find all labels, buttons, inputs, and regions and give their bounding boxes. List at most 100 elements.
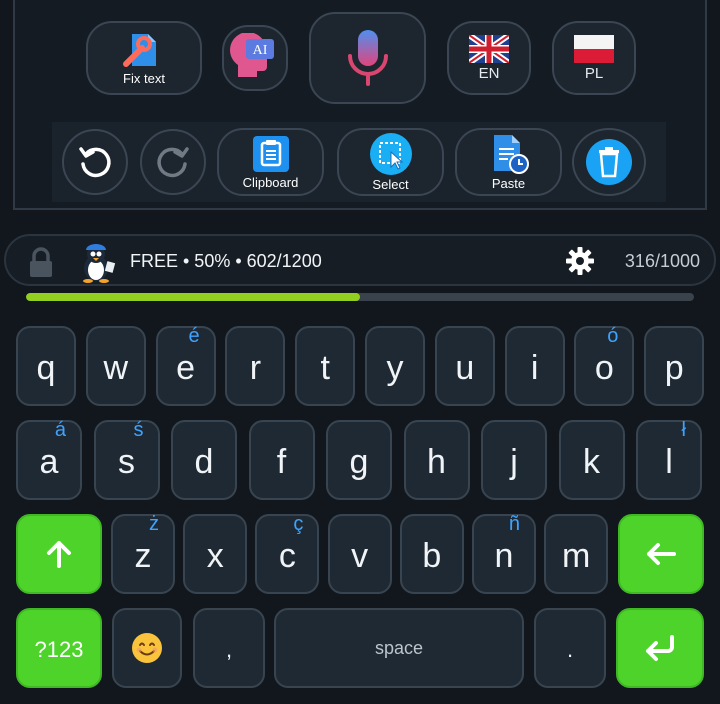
key-f[interactable]: f	[248, 420, 315, 500]
key-alt-char: ż	[149, 513, 159, 535]
key-c[interactable]: cç	[255, 513, 320, 594]
key-label: c	[278, 537, 296, 575]
character-count: 316/1000	[624, 251, 700, 271]
key-r[interactable]: r	[225, 326, 286, 406]
enter-arrow-icon	[646, 635, 674, 661]
shift-key[interactable]	[16, 514, 102, 594]
key-k[interactable]: k	[558, 420, 625, 500]
emoji-key[interactable]	[112, 608, 182, 688]
select-button[interactable]: Select	[337, 128, 444, 196]
key-t[interactable]: t	[295, 326, 356, 406]
key-label: a	[39, 443, 59, 481]
key-y[interactable]: y	[365, 326, 425, 406]
ai-head-icon: AI	[230, 33, 274, 77]
key-p[interactable]: p	[644, 326, 705, 406]
key-j[interactable]: j	[481, 420, 547, 500]
backspace-key[interactable]	[618, 514, 704, 594]
key-label: i	[530, 349, 539, 387]
language-pl-label: PL	[584, 65, 604, 82]
smiley-emoji-icon	[132, 633, 162, 663]
language-en-button[interactable]: EN	[447, 21, 531, 95]
penguin-mascot-icon	[83, 244, 116, 283]
paste-document-icon	[493, 135, 529, 174]
select-label: Select	[372, 177, 409, 192]
trash-icon	[586, 139, 632, 185]
usage-progress-bar	[26, 293, 694, 301]
key-label: p	[664, 349, 684, 387]
shift-arrow-icon	[47, 541, 71, 568]
key-g[interactable]: g	[326, 420, 392, 500]
key-v[interactable]: v	[327, 514, 392, 594]
key-label: b	[422, 537, 442, 575]
key-label: w	[103, 349, 129, 387]
key-alt-char: ł	[681, 419, 686, 441]
space-key-label: space	[374, 637, 424, 658]
key-x[interactable]: x	[183, 514, 248, 594]
paste-label: Paste	[491, 176, 526, 191]
wrench-icon	[123, 34, 156, 67]
key-label: q	[36, 349, 56, 387]
key-label: e	[176, 349, 196, 387]
key-label: s	[118, 443, 135, 481]
key-s[interactable]: sś	[93, 419, 160, 500]
symbols-key[interactable]: ?123	[16, 608, 102, 688]
key-o[interactable]: oó	[574, 325, 635, 406]
key-i[interactable]: i	[504, 326, 565, 406]
key-label: o	[594, 349, 614, 387]
key-m[interactable]: m	[544, 514, 609, 594]
key-w[interactable]: w	[85, 326, 146, 406]
key-label: j	[510, 443, 518, 481]
delete-button[interactable]	[572, 128, 646, 196]
select-cursor-icon	[369, 133, 412, 175]
space-key[interactable]: space	[274, 608, 524, 688]
key-alt-char: ç	[293, 513, 304, 535]
key-label: k	[583, 443, 600, 481]
fix-text-label: Fix text	[123, 71, 165, 86]
key-label: u	[455, 349, 475, 387]
comma-key-label: ,	[225, 637, 233, 662]
backspace-arrow-icon	[647, 543, 676, 565]
key-label: v	[351, 537, 369, 575]
redo-button[interactable]	[140, 129, 206, 195]
key-label: l	[665, 443, 673, 481]
key-label: t	[320, 349, 330, 387]
key-z[interactable]: zż	[111, 514, 175, 594]
key-label: r	[249, 349, 262, 387]
key-label: m	[562, 537, 591, 575]
key-b[interactable]: b	[399, 514, 464, 594]
clipboard-label: Clipboard	[242, 175, 299, 190]
microphone-icon	[347, 30, 388, 86]
period-key[interactable]: .	[534, 608, 606, 688]
ai-button[interactable]: AI	[222, 25, 288, 91]
key-alt-char: ó	[607, 325, 619, 347]
fix-text-button[interactable]: Fix text	[86, 21, 202, 95]
gear-icon[interactable]	[565, 246, 595, 276]
key-h[interactable]: h	[403, 420, 470, 500]
enter-key[interactable]	[616, 608, 704, 688]
paste-button[interactable]: Paste	[455, 128, 562, 196]
key-label: g	[349, 443, 369, 481]
key-u[interactable]: u	[434, 326, 495, 406]
key-alt-char: ś	[133, 419, 144, 441]
language-pl-button[interactable]: PL	[552, 21, 636, 95]
key-label: x	[206, 537, 224, 575]
key-n[interactable]: nñ	[472, 514, 536, 594]
redo-icon	[157, 147, 189, 178]
key-e[interactable]: eé	[155, 325, 216, 406]
key-label: h	[427, 443, 446, 481]
voice-input-button[interactable]	[309, 12, 426, 104]
uk-flag-icon	[469, 35, 509, 63]
undo-button[interactable]	[62, 129, 128, 195]
comma-key[interactable]: ,	[193, 608, 265, 688]
key-d[interactable]: d	[171, 420, 237, 500]
clipboard-button[interactable]: Clipboard	[217, 128, 324, 196]
key-a[interactable]: aá	[16, 420, 82, 500]
status-bar: FREE • 50% • 602/1200 316/1000	[4, 234, 716, 286]
symbols-key-label: ?123	[34, 637, 84, 662]
key-label: y	[386, 349, 404, 387]
key-l[interactable]: lł	[636, 420, 702, 500]
lock-icon[interactable]	[26, 247, 56, 279]
key-q[interactable]: q	[16, 326, 76, 406]
key-alt-char: é	[188, 325, 200, 347]
clipboard-icon	[252, 136, 289, 172]
